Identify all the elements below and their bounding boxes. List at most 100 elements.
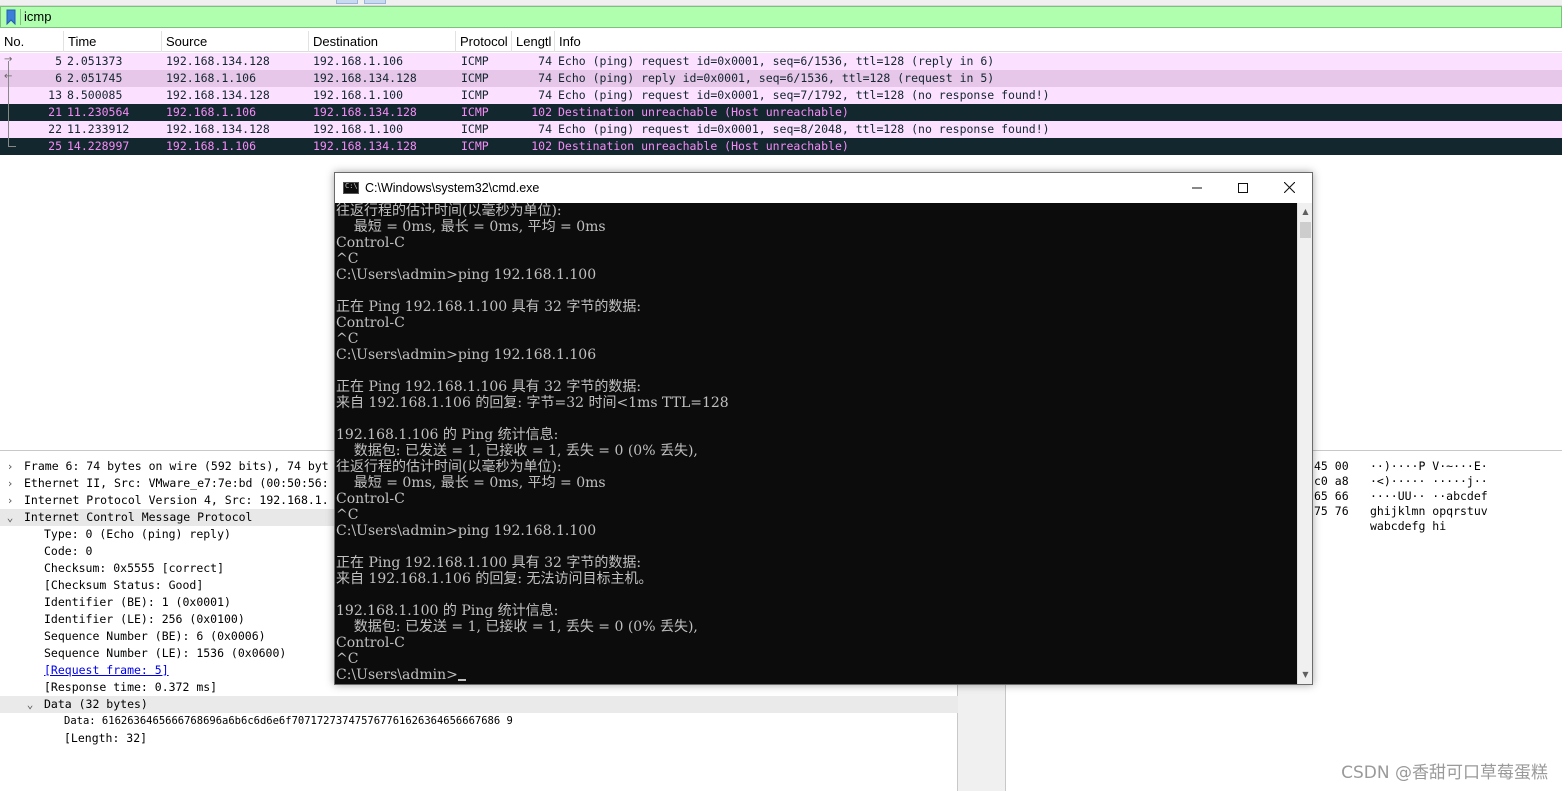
packet-cell-time: 2.051745 (67, 71, 123, 85)
packet-cell-src: 192.168.1.106 (166, 71, 257, 85)
packet-cell-len: 102 (531, 105, 552, 119)
toolbar-button[interactable] (364, 0, 386, 4)
reply-arrow-icon: ← (4, 71, 13, 82)
console-line-text: Control-C (336, 491, 405, 507)
request-arrow-icon: → (4, 54, 13, 65)
collapse-arrow-icon[interactable]: ⌄ (24, 696, 36, 713)
console-line: 往返行程的估计时间(以毫秒为单位): (336, 203, 562, 219)
console-line-text: ^C (336, 331, 359, 347)
packet-cell-time: 11.230564 (67, 105, 130, 119)
scrollbar-thumb[interactable] (1300, 222, 1311, 238)
console-line: 192.168.1.100 的 Ping 统计信息: (336, 603, 558, 619)
packet-cell-info: Echo (ping) reply id=0x0001, seq=6/1536,… (558, 71, 995, 85)
expand-arrow-icon[interactable]: › (4, 492, 16, 509)
cmd-window[interactable]: C:\Windows\system32\cmd.exe 往返行程的估计时间(以毫… (334, 172, 1313, 685)
console-line-text: 正在 Ping 192.168.1.106 具有 32 字节的数据: (336, 379, 642, 395)
detail-ip-text: Internet Protocol Version 4, Src: 192.16… (24, 493, 329, 507)
column-header-length[interactable]: Lengtl (512, 31, 555, 52)
console-line-text: ^C (336, 251, 359, 267)
pane-splitter[interactable] (958, 684, 1006, 791)
console-line: 最短 = 0ms, 最长 = 0ms, 平均 = 0ms (336, 219, 606, 235)
packet-row[interactable]: 21 11.230564 192.168.1.106 192.168.134.128 I… (0, 104, 1562, 121)
hex-bytes: 75 76 (1314, 504, 1349, 518)
packet-cell-time: 14.228997 (67, 139, 130, 153)
ascii-bytes: ··)····P V·~···E· (1370, 459, 1488, 473)
minimize-button[interactable] (1174, 173, 1220, 203)
packet-cell-dst: 192.168.134.128 (313, 105, 417, 119)
packet-cell-src: 192.168.1.106 (166, 139, 257, 153)
scroll-down-icon[interactable]: ▼ (1298, 667, 1313, 683)
packet-cell-dst: 192.168.1.100 (313, 88, 404, 102)
column-header-no[interactable]: No. (0, 31, 64, 52)
console-line-text: 往返行程的估计时间(以毫秒为单位): (336, 459, 562, 475)
console-line-text: C:\Users\admin>ping 192.168.1.100 (336, 523, 597, 539)
packet-cell-info: Destination unreachable (Host unreachabl… (558, 105, 849, 119)
hex-bytes: 65 66 (1314, 489, 1349, 503)
packet-row[interactable]: 13 8.500085 192.168.134.128 192.168.1.100 IC… (0, 87, 1562, 104)
icmp-field-text: Sequence Number (BE): 6 (0x0006) (44, 629, 266, 643)
console-line: 192.168.1.106 的 Ping 统计信息: (336, 427, 558, 443)
console-line-text: ^C (336, 507, 359, 523)
console-line: ^C (336, 331, 358, 347)
column-header-protocol[interactable]: Protocol (456, 31, 512, 52)
packet-cell-len: 74 (538, 54, 552, 68)
cmd-window-title: C:\Windows\system32\cmd.exe (365, 181, 540, 195)
packet-row[interactable]: 22 11.233912 192.168.134.128 192.168.1.100 I… (0, 121, 1562, 138)
column-header-source[interactable]: Source (162, 31, 309, 52)
console-line: ^C (336, 651, 358, 667)
display-filter-input[interactable] (23, 8, 1559, 26)
cmd-console[interactable]: 往返行程的估计时间(以毫秒为单位): 最短 = 0ms, 最长 = 0ms, 平… (335, 203, 1297, 684)
cmd-scrollbar[interactable]: ▲ ▼ (1297, 203, 1312, 684)
packet-row[interactable]: 6 2.051745 192.168.1.106 192.168.134.128 ICM… (0, 70, 1562, 87)
packet-cell-src: 192.168.134.128 (166, 88, 270, 102)
packet-cell-proto: ICMP (461, 105, 489, 119)
expand-arrow-icon[interactable]: › (4, 458, 16, 475)
toolbar-button[interactable] (336, 0, 358, 4)
console-line-text: 往返行程的估计时间(以毫秒为单位): (336, 203, 562, 219)
close-button[interactable] (1266, 173, 1312, 203)
console-line: C:\Users\admin>ping 192.168.1.100 (336, 523, 596, 539)
detail-icmp-text: Internet Control Message Protocol (24, 510, 253, 524)
detail-data[interactable]: ⌄ Data (32 bytes) (0, 696, 958, 713)
data-value-text: Data: 6162636465666768696a6b6c6d6e6f7071… (64, 715, 513, 727)
cmd-titlebar[interactable]: C:\Windows\system32\cmd.exe (335, 173, 1312, 203)
packet-row[interactable]: 5 2.051373 192.168.134.128 192.168.1.106 ICM… (0, 53, 1562, 70)
console-line: Control-C (336, 315, 405, 331)
packet-cell-len: 74 (538, 122, 552, 136)
console-line: 往返行程的估计时间(以毫秒为单位): (336, 459, 562, 475)
packet-cell-no: 13 (48, 88, 62, 102)
console-line: C:\Users\admin>ping 192.168.1.106 (336, 347, 596, 363)
expand-arrow-icon[interactable]: › (4, 475, 16, 492)
packet-row[interactable]: 25 14.228997 192.168.1.106 192.168.134.128 I… (0, 138, 1562, 155)
packet-cell-src: 192.168.134.128 (166, 122, 270, 136)
packet-cell-time: 8.500085 (67, 88, 123, 102)
console-line-text: 来自 192.168.1.106 的回复: 无法访问目标主机。 (336, 571, 653, 587)
console-line: Control-C (336, 235, 405, 251)
column-header-info[interactable]: Info (555, 31, 1562, 52)
console-line-text: 来自 192.168.1.106 的回复: 字节=32 时间<1ms TTL=1… (336, 395, 729, 411)
hex-bytes: 45 00 (1314, 459, 1349, 473)
scroll-up-icon[interactable]: ▲ (1298, 204, 1313, 220)
data-length-text: [Length: 32] (64, 731, 148, 745)
request-frame-link[interactable]: [Request frame: 5] (44, 662, 169, 679)
collapse-arrow-icon[interactable]: ⌄ (4, 509, 16, 526)
icmp-field-text: Type: 0 (Echo (ping) reply) (44, 527, 231, 541)
filter-separator (20, 9, 21, 25)
console-line-text: Control-C (336, 315, 405, 331)
console-line: C:\Users\admin> (336, 667, 466, 683)
packet-cell-time: 11.233912 (67, 122, 130, 136)
console-line: 来自 192.168.1.106 的回复: 无法访问目标主机。 (336, 571, 653, 587)
maximize-button[interactable] (1220, 173, 1266, 203)
console-line-text: 192.168.1.100 的 Ping 统计信息: (336, 603, 559, 619)
detail-ethernet-text: Ethernet II, Src: VMware_e7:7e:bd (00:50… (24, 476, 329, 490)
packet-cell-dst: 192.168.134.128 (313, 71, 417, 85)
column-header-time[interactable]: Time (64, 31, 162, 52)
console-line: 正在 Ping 192.168.1.100 具有 32 字节的数据: (336, 555, 641, 571)
column-header-destination[interactable]: Destination (309, 31, 456, 52)
icmp-field-text: Identifier (LE): 256 (0x0100) (44, 612, 245, 626)
related-packet-end (8, 146, 16, 147)
packet-bytes-pane[interactable]: 45 00 c0 a8 65 66 75 76 ··)····P V·~···E… (1308, 456, 1562, 756)
console-line-text: 最短 = 0ms, 最长 = 0ms, 平均 = 0ms (336, 475, 606, 491)
bookmark-icon[interactable] (4, 9, 18, 25)
packet-cell-proto: ICMP (461, 88, 489, 102)
